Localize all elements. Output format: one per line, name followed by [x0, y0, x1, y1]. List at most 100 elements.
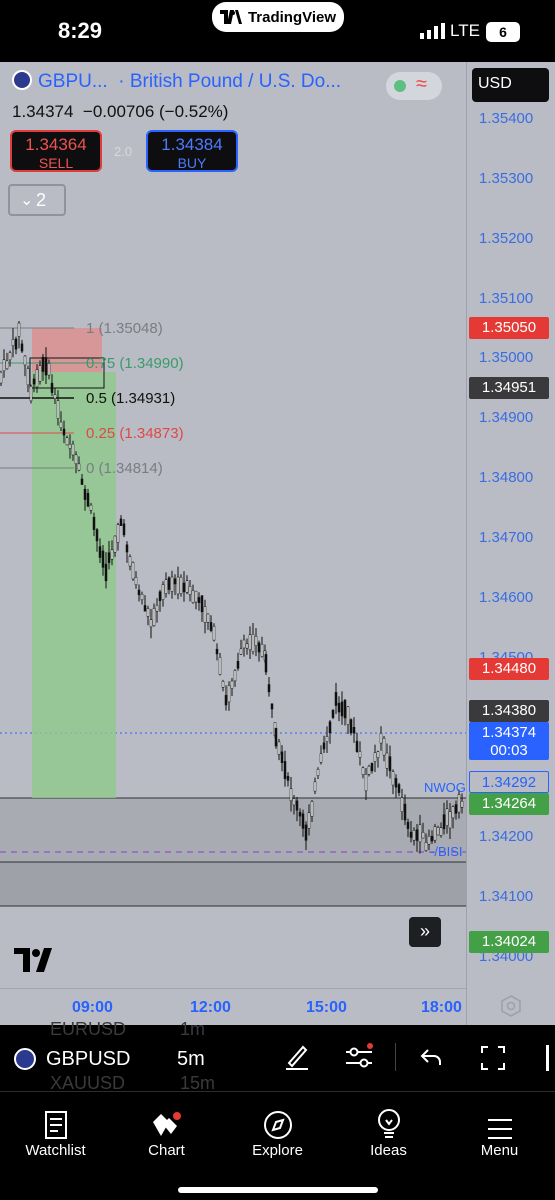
candle-body [373, 752, 377, 762]
candle-body [403, 803, 407, 821]
candle-body [164, 579, 168, 594]
candle-body [454, 804, 458, 814]
tab-menu[interactable]: Menu [444, 1092, 555, 1159]
interval-selector[interactable]: 5m [177, 1048, 205, 1071]
symbol-short: GBPU... [38, 71, 108, 92]
symbol-selector[interactable]: GBPUSD [14, 1047, 130, 1071]
candle-body [295, 800, 299, 811]
candle-body [340, 701, 344, 717]
symbol-row[interactable]: GBPU... · British Pound / U.S. Do... [12, 70, 341, 93]
candle-body [26, 368, 30, 386]
tab-bar: Watchlist Chart Explore Ideas Menu [0, 1091, 555, 1181]
indicators-icon[interactable] [344, 1043, 374, 1071]
tab-chart[interactable]: Chart [111, 1092, 222, 1159]
scroll-to-realtime-button[interactable]: » [409, 917, 441, 947]
candle-body [224, 694, 228, 706]
sell-price: 1.34364 [25, 135, 87, 154]
sell-label: SELL [38, 155, 74, 171]
buy-label: BUY [177, 155, 207, 171]
price-tick: 1.34800 [479, 469, 534, 486]
undo-icon[interactable] [420, 1047, 442, 1067]
more-handle[interactable] [546, 1045, 549, 1071]
chart-settings-icon[interactable] [500, 995, 522, 1017]
candle-body [149, 619, 153, 628]
candle-body [215, 648, 219, 655]
candle-body [433, 826, 437, 841]
collapse-indicators-button[interactable]: ⌄ 2 [8, 184, 66, 216]
candle-body [283, 761, 287, 779]
candle-body [50, 382, 54, 393]
candle-body [328, 721, 332, 734]
candle-body [236, 660, 240, 669]
price-tag: 1.34264 [469, 793, 549, 815]
fib-level-05: 0.5 (1.34931) [86, 390, 176, 407]
candle-body [131, 562, 135, 580]
candle-body [233, 670, 237, 682]
candle-body [209, 622, 213, 631]
candle-body [270, 703, 274, 710]
candle-body [370, 762, 374, 772]
price-tag: 1.34292 [469, 771, 549, 793]
candle-body [167, 577, 171, 590]
fib-level-025: 0.25 (1.34873) [86, 425, 184, 442]
tab-watchlist[interactable]: Watchlist [0, 1092, 111, 1159]
candle-body [391, 771, 395, 786]
candle-body [74, 454, 78, 465]
drawing-tools-icon[interactable] [284, 1043, 310, 1071]
candle-body [176, 576, 180, 595]
symbol-selector-label: GBPUSD [46, 1047, 131, 1070]
candle-body [349, 719, 353, 734]
tab-explore[interactable]: Explore [222, 1092, 333, 1159]
candle-body [301, 813, 305, 829]
candle-body [313, 781, 317, 792]
candle-body [343, 699, 347, 719]
tab-label: Menu [480, 1142, 519, 1159]
candle-body [20, 343, 24, 352]
candle-body [379, 732, 383, 744]
candle-body [221, 681, 225, 688]
tab-label: Ideas [370, 1142, 407, 1159]
chart-area[interactable]: 1 (1.35048) 0.75 (1.34990) 0.5 (1.34931)… [0, 62, 555, 1025]
candle-body [427, 835, 431, 845]
candle-body [409, 831, 413, 838]
tab-ideas[interactable]: Ideas [333, 1092, 444, 1159]
indicator-count: 2 [36, 190, 47, 210]
market-status-toggle[interactable]: ≈ [386, 72, 442, 100]
candle-body [460, 800, 464, 808]
candle-body [304, 824, 308, 841]
price-tick: 1.34700 [479, 529, 534, 546]
fullscreen-icon[interactable] [480, 1045, 506, 1071]
candle-body [307, 812, 311, 829]
sell-button[interactable]: 1.34364 SELL [10, 130, 102, 172]
candle-body [188, 586, 192, 595]
fib-level-075: 0.75 (1.34990) [86, 355, 184, 372]
candle-body [245, 643, 249, 649]
candle-body [298, 811, 302, 817]
price-tag: 1.34024 [469, 931, 549, 953]
candle-body [337, 702, 341, 713]
carrier-label: LTE [450, 21, 480, 40]
app-pill[interactable]: TradingView [212, 2, 344, 32]
price-axis[interactable]: 1.35400 1.35300 1.35200 1.35100 1.35000 … [466, 62, 555, 1025]
candle-body [101, 550, 105, 568]
tradingview-logo-icon [219, 10, 242, 24]
candle-body [11, 339, 15, 346]
candle-body [182, 582, 186, 593]
candle-body [173, 578, 177, 585]
candle-body [38, 365, 42, 382]
tradingview-watermark-icon [14, 948, 52, 972]
candle-body [191, 590, 195, 603]
bisi-label: -/BISI [430, 844, 463, 859]
buy-button[interactable]: 1.34384 BUY [146, 130, 238, 172]
candle-body [29, 385, 33, 402]
ghost-symbol: EURUSD [50, 1019, 127, 1039]
candle-body [421, 832, 425, 839]
candle-body [47, 363, 51, 376]
price-tick: 1.35400 [479, 110, 534, 127]
time-tick: 18:00 [421, 999, 462, 1016]
candle-body [394, 778, 398, 788]
candle-body [367, 765, 371, 775]
price-tag: 1.34480 [469, 658, 549, 680]
candle-body [17, 322, 21, 337]
candle-body [424, 842, 428, 851]
